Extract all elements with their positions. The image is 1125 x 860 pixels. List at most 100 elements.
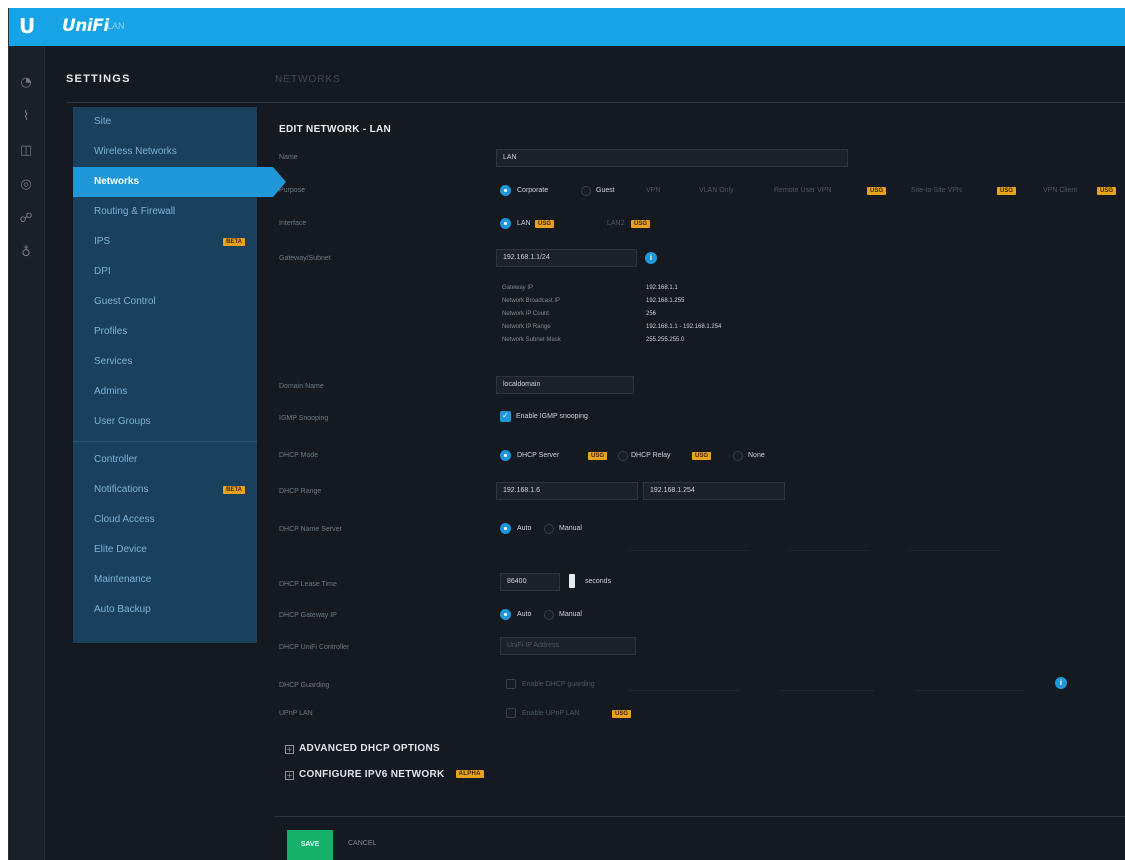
site-name[interactable]: LAN (107, 21, 125, 32)
purpose-site-to-site-vpn-label[interactable]: Site-to-Site VPN (911, 186, 962, 196)
gateway-subnet-input[interactable]: 192.168.1.1/24 (496, 249, 637, 267)
igmp-snooping-checkbox[interactable] (500, 410, 511, 422)
interface-lan2-label[interactable]: LAN2 (607, 219, 625, 229)
expand-icon: + (285, 771, 294, 780)
clients-icon[interactable]: ☍ (17, 210, 35, 228)
upnp-lan-checkbox[interactable] (506, 708, 516, 718)
settings-sidebar: Site Wireless Networks Networks Routing … (73, 107, 286, 643)
purpose-remote-user-vpn-label[interactable]: Remote User VPN (774, 186, 832, 196)
configure-ipv6-toggle[interactable]: + CONFIGURE IPV6 NETWORK ALPHA (285, 769, 484, 780)
ubiquiti-logo[interactable]: U (19, 15, 39, 37)
dhcp-server-radio[interactable] (500, 450, 511, 461)
igmp-snooping-text[interactable]: Enable IGMP snooping (516, 412, 588, 422)
sidebar-item-wireless-networks[interactable]: Wireless Networks (73, 137, 257, 167)
dashboard-icon[interactable]: ◔ (17, 74, 35, 92)
sidebar-item-admins[interactable]: Admins (73, 377, 257, 407)
sidebar-item-networks[interactable]: Networks (73, 167, 286, 197)
sidebar-item-label: IPS (94, 236, 111, 247)
sidebar-item-label: Wireless Networks (94, 146, 177, 157)
sidebar-item-label: Auto Backup (94, 604, 151, 615)
ip-range-value: 192.168.1.1 - 192.168.1.254 (646, 324, 722, 330)
devices-icon[interactable]: ◎ (17, 176, 35, 194)
dhcp-gateway-manual-label[interactable]: Manual (559, 610, 582, 620)
ip-count-value: 256 (646, 311, 657, 317)
dhcp-range-label: DHCP Range (279, 488, 322, 495)
lease-time-stepper[interactable] (569, 574, 575, 588)
sidebar-item-label: DPI (94, 266, 111, 277)
purpose-vpn-label[interactable]: VPN (646, 186, 660, 196)
subnet-mask-key: Network Subnet Mask (502, 337, 561, 343)
beta-badge: BETA (223, 486, 245, 494)
lease-time-input[interactable]: 86400 (500, 573, 560, 591)
info-icon[interactable] (1055, 677, 1067, 689)
broadcast-ip-value: 192.168.1.255 (646, 298, 685, 304)
sidebar-item-ips[interactable]: IPS BETA (73, 227, 257, 257)
sidebar-item-dpi[interactable]: DPI (73, 257, 257, 287)
sidebar-item-maintenance[interactable]: Maintenance (73, 565, 257, 595)
insights-icon[interactable]: ♁ (17, 244, 35, 262)
sidebar-item-label: Services (94, 356, 133, 367)
sidebar-divider (73, 441, 257, 442)
disabled-field (914, 690, 1024, 691)
disabled-field (629, 690, 739, 691)
sidebar-item-routing-firewall[interactable]: Routing & Firewall (73, 197, 257, 227)
sidebar-item-profiles[interactable]: Profiles (73, 317, 257, 347)
usg-badge: USG (867, 187, 887, 195)
upnp-lan-text[interactable]: Enable UPnP LAN (522, 709, 579, 719)
dhcp-guarding-checkbox[interactable] (506, 679, 516, 689)
dhcp-gateway-auto-label[interactable]: Auto (517, 610, 531, 620)
unifi-logo[interactable]: UniFi (62, 16, 109, 36)
disabled-field (909, 550, 999, 551)
dhcp-ns-auto-radio[interactable] (500, 523, 511, 534)
info-icon[interactable] (645, 252, 657, 264)
dhcp-ns-manual-label[interactable]: Manual (559, 524, 582, 534)
sidebar-item-user-groups[interactable]: User Groups (73, 407, 257, 437)
interface-lan-radio[interactable] (500, 218, 511, 229)
sidebar-item-cloud-access[interactable]: Cloud Access (73, 505, 257, 535)
sidebar-item-auto-backup[interactable]: Auto Backup (73, 595, 257, 625)
dhcp-gateway-manual-radio[interactable] (544, 610, 554, 620)
interface-label: Interface (279, 220, 307, 227)
statistics-icon[interactable]: ⌇ (17, 108, 35, 126)
dhcp-none-radio[interactable] (733, 451, 743, 461)
dhcp-range-end-input[interactable]: 192.168.1.254 (643, 482, 785, 500)
purpose-corporate-label[interactable]: Corporate (517, 186, 548, 196)
unifi-controller-input[interactable]: UniFi IP Address (500, 637, 636, 655)
sidebar-item-site[interactable]: Site (73, 107, 257, 137)
sidebar-item-services[interactable]: Services (73, 347, 257, 377)
name-input[interactable]: LAN (496, 149, 848, 167)
dhcp-relay-label[interactable]: DHCP Relay (631, 451, 671, 461)
disabled-field (629, 550, 749, 551)
nav-rail: ◔ ⌇ ◫ ◎ ☍ ♁ (9, 46, 45, 860)
dhcp-relay-radio[interactable] (618, 451, 628, 461)
purpose-guest-label[interactable]: Guest (596, 186, 615, 196)
dhcp-server-label[interactable]: DHCP Server (517, 451, 559, 461)
sidebar-item-controller[interactable]: Controller (73, 445, 257, 475)
sidebar-item-label: User Groups (94, 416, 151, 427)
dhcp-none-label[interactable]: None (748, 451, 765, 461)
save-button[interactable]: SAVE (287, 830, 333, 860)
purpose-corporate-radio[interactable] (500, 185, 511, 196)
domain-name-input[interactable]: localdomain (496, 376, 634, 394)
beta-badge: BETA (223, 238, 245, 246)
dhcp-ns-auto-label[interactable]: Auto (517, 524, 531, 534)
dhcp-range-start-input[interactable]: 192.168.1.6 (496, 482, 638, 500)
usg-badge: USG (588, 452, 608, 460)
purpose-vpn-client-label[interactable]: VPN Client (1043, 186, 1077, 196)
dhcp-ns-manual-radio[interactable] (544, 524, 554, 534)
section-label: CONFIGURE IPV6 NETWORK (299, 769, 445, 780)
map-icon[interactable]: ◫ (17, 142, 35, 160)
purpose-guest-radio[interactable] (581, 186, 591, 196)
dhcp-guarding-text[interactable]: Enable DHCP guarding (522, 680, 595, 690)
purpose-vlan-only-label[interactable]: VLAN Only (699, 186, 734, 196)
sidebar-item-elite-device[interactable]: Elite Device (73, 535, 257, 565)
interface-lan-label[interactable]: LAN (517, 219, 531, 229)
advanced-dhcp-options-toggle[interactable]: + ADVANCED DHCP OPTIONS (285, 743, 440, 754)
cancel-button[interactable]: CANCEL (348, 837, 376, 851)
disabled-field (779, 690, 874, 691)
dhcp-gateway-auto-radio[interactable] (500, 609, 511, 620)
dhcp-lease-time-label: DHCP Lease Time (279, 581, 337, 588)
sidebar-item-notifications[interactable]: Notifications BETA (73, 475, 257, 505)
sidebar-item-guest-control[interactable]: Guest Control (73, 287, 257, 317)
app-window: U UniFi LAN ◔ ⌇ ◫ ◎ ☍ ♁ SETTINGS NETWORK… (8, 8, 1125, 860)
